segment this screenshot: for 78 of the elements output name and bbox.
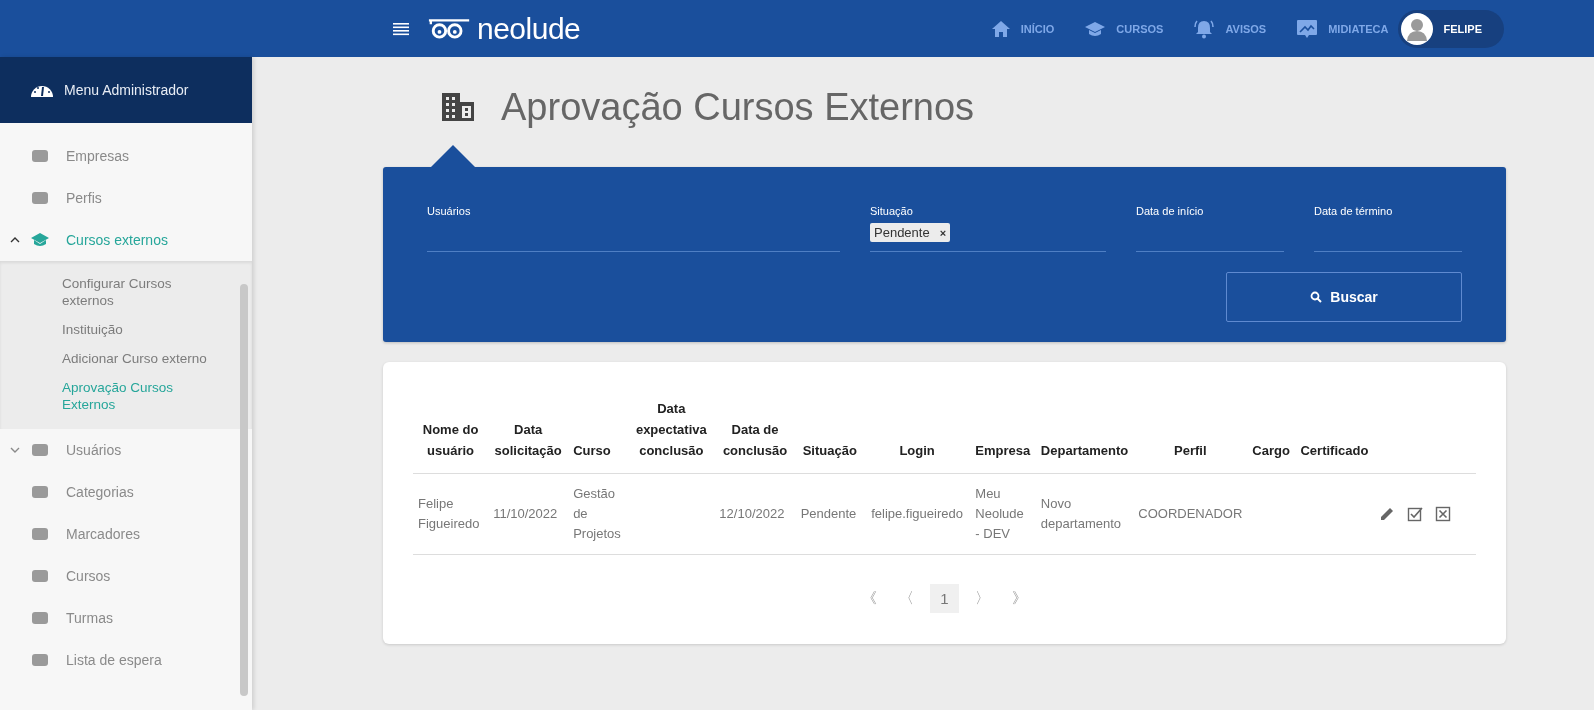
previous-page-button[interactable]: 〈 [893, 583, 921, 614]
nav-link[interactable]: AVISOS [1193, 18, 1267, 39]
graduation-cap-icon [1084, 19, 1107, 38]
approve-icon[interactable] [1407, 506, 1423, 522]
table-cell: Pendente [800, 506, 857, 521]
menu-item-icon [30, 441, 50, 459]
logo-text[interactable]: neolude [477, 11, 581, 46]
reject-icon[interactable] [1435, 506, 1451, 522]
chevron-icon [10, 237, 20, 243]
menu-icon[interactable] [393, 21, 409, 36]
field-label: Situação [870, 205, 914, 217]
search-icon [1310, 291, 1323, 303]
sidebar-item[interactable]: Cursos externos [0, 219, 252, 261]
sidebar-item[interactable]: Categorias [0, 471, 252, 513]
table-cell: COORDENADOR [1138, 506, 1243, 521]
column-header: Situação [795, 398, 864, 474]
sidebar-item[interactable]: Cursos [0, 555, 252, 597]
column-header: Curso [568, 398, 629, 474]
menu-item-icon [30, 483, 50, 501]
user-menu[interactable]: FELIPE [1398, 9, 1504, 48]
filter-tag: Pendente × [870, 223, 951, 242]
sidebar-item[interactable]: Usuários [0, 429, 252, 471]
menu-item-icon [30, 147, 50, 165]
table-cell: felipe.figueiredo [871, 506, 963, 521]
sidebar-item[interactable]: Turmas [0, 597, 252, 639]
column-header: Certificado [1294, 398, 1374, 474]
table-cell: 11/10/2022 [493, 506, 558, 521]
nav-link[interactable]: CURSOS [1084, 19, 1164, 38]
sidebar-item[interactable]: Marcadores [0, 513, 252, 555]
table-cell: 12/10/2022 [719, 506, 785, 521]
last-page-button[interactable]: 》 [1005, 583, 1033, 614]
bell-icon [1193, 18, 1216, 39]
column-header: Nome do usuário [413, 398, 489, 474]
sidebar-title: Menu Administrador [64, 82, 189, 98]
field-label: Data de início [1136, 205, 1205, 217]
menu-item-icon [30, 231, 50, 249]
sidebar-item[interactable]: Lista de espera [0, 639, 252, 681]
table-cell: Felipe Figueiredo [418, 496, 480, 531]
submenu-item[interactable]: Aprovação Cursos Externos [62, 373, 212, 419]
submenu-item[interactable]: Configurar Cursos externos [62, 269, 212, 315]
column-header: Perfil [1133, 398, 1248, 474]
sidebar-item[interactable]: Perfis [0, 177, 252, 219]
home-icon [990, 19, 1011, 38]
building-icon [441, 92, 475, 122]
scrollbar[interactable] [240, 284, 248, 696]
nav-link[interactable]: INÍCIO [990, 19, 1055, 38]
menu-item-icon [30, 525, 50, 543]
table-cell: Meu Neolude - DEV [975, 486, 1024, 541]
column-header: Data de conclusão [714, 398, 796, 474]
avatar-icon [1401, 12, 1434, 45]
menu-item-icon [30, 189, 50, 207]
remove-tag-button[interactable]: × [939, 226, 947, 239]
first-page-button[interactable]: 《 [856, 583, 884, 614]
image-icon [1296, 18, 1319, 39]
page-title: Aprovação Cursos Externos [501, 85, 975, 129]
column-header: Login [863, 398, 971, 474]
table-cell: Novo departamento [1040, 496, 1122, 531]
column-header: Departamento [1035, 398, 1134, 474]
tag-select-field[interactable]: Pendente × [870, 223, 1106, 252]
menu-item-icon [30, 567, 50, 585]
sidebar-item[interactable]: Empresas [0, 135, 252, 177]
page-number[interactable]: 1 [930, 584, 959, 613]
column-header: Cargo [1247, 398, 1295, 474]
edit-icon[interactable] [1379, 506, 1395, 522]
column-header: Empresa [970, 398, 1036, 474]
nav-link[interactable]: MIDIATECA [1296, 18, 1389, 39]
next-page-button[interactable]: 〉 [968, 583, 996, 614]
menu-item-icon [30, 651, 50, 669]
menu-item-icon [30, 609, 50, 627]
table-cell: Gestão de Projetos [573, 486, 621, 541]
column-header: Data expectativa conclusão [628, 398, 715, 474]
search-button[interactable]: Buscar [1226, 272, 1462, 322]
column-header: Data solicitação [488, 398, 569, 474]
submenu-item[interactable]: Instituição [62, 315, 212, 344]
field-label: Usuários [427, 205, 472, 217]
field-label: Data de término [1314, 205, 1394, 217]
chevron-icon [10, 447, 20, 453]
submenu-item[interactable]: Adicionar Curso externo [62, 344, 212, 373]
